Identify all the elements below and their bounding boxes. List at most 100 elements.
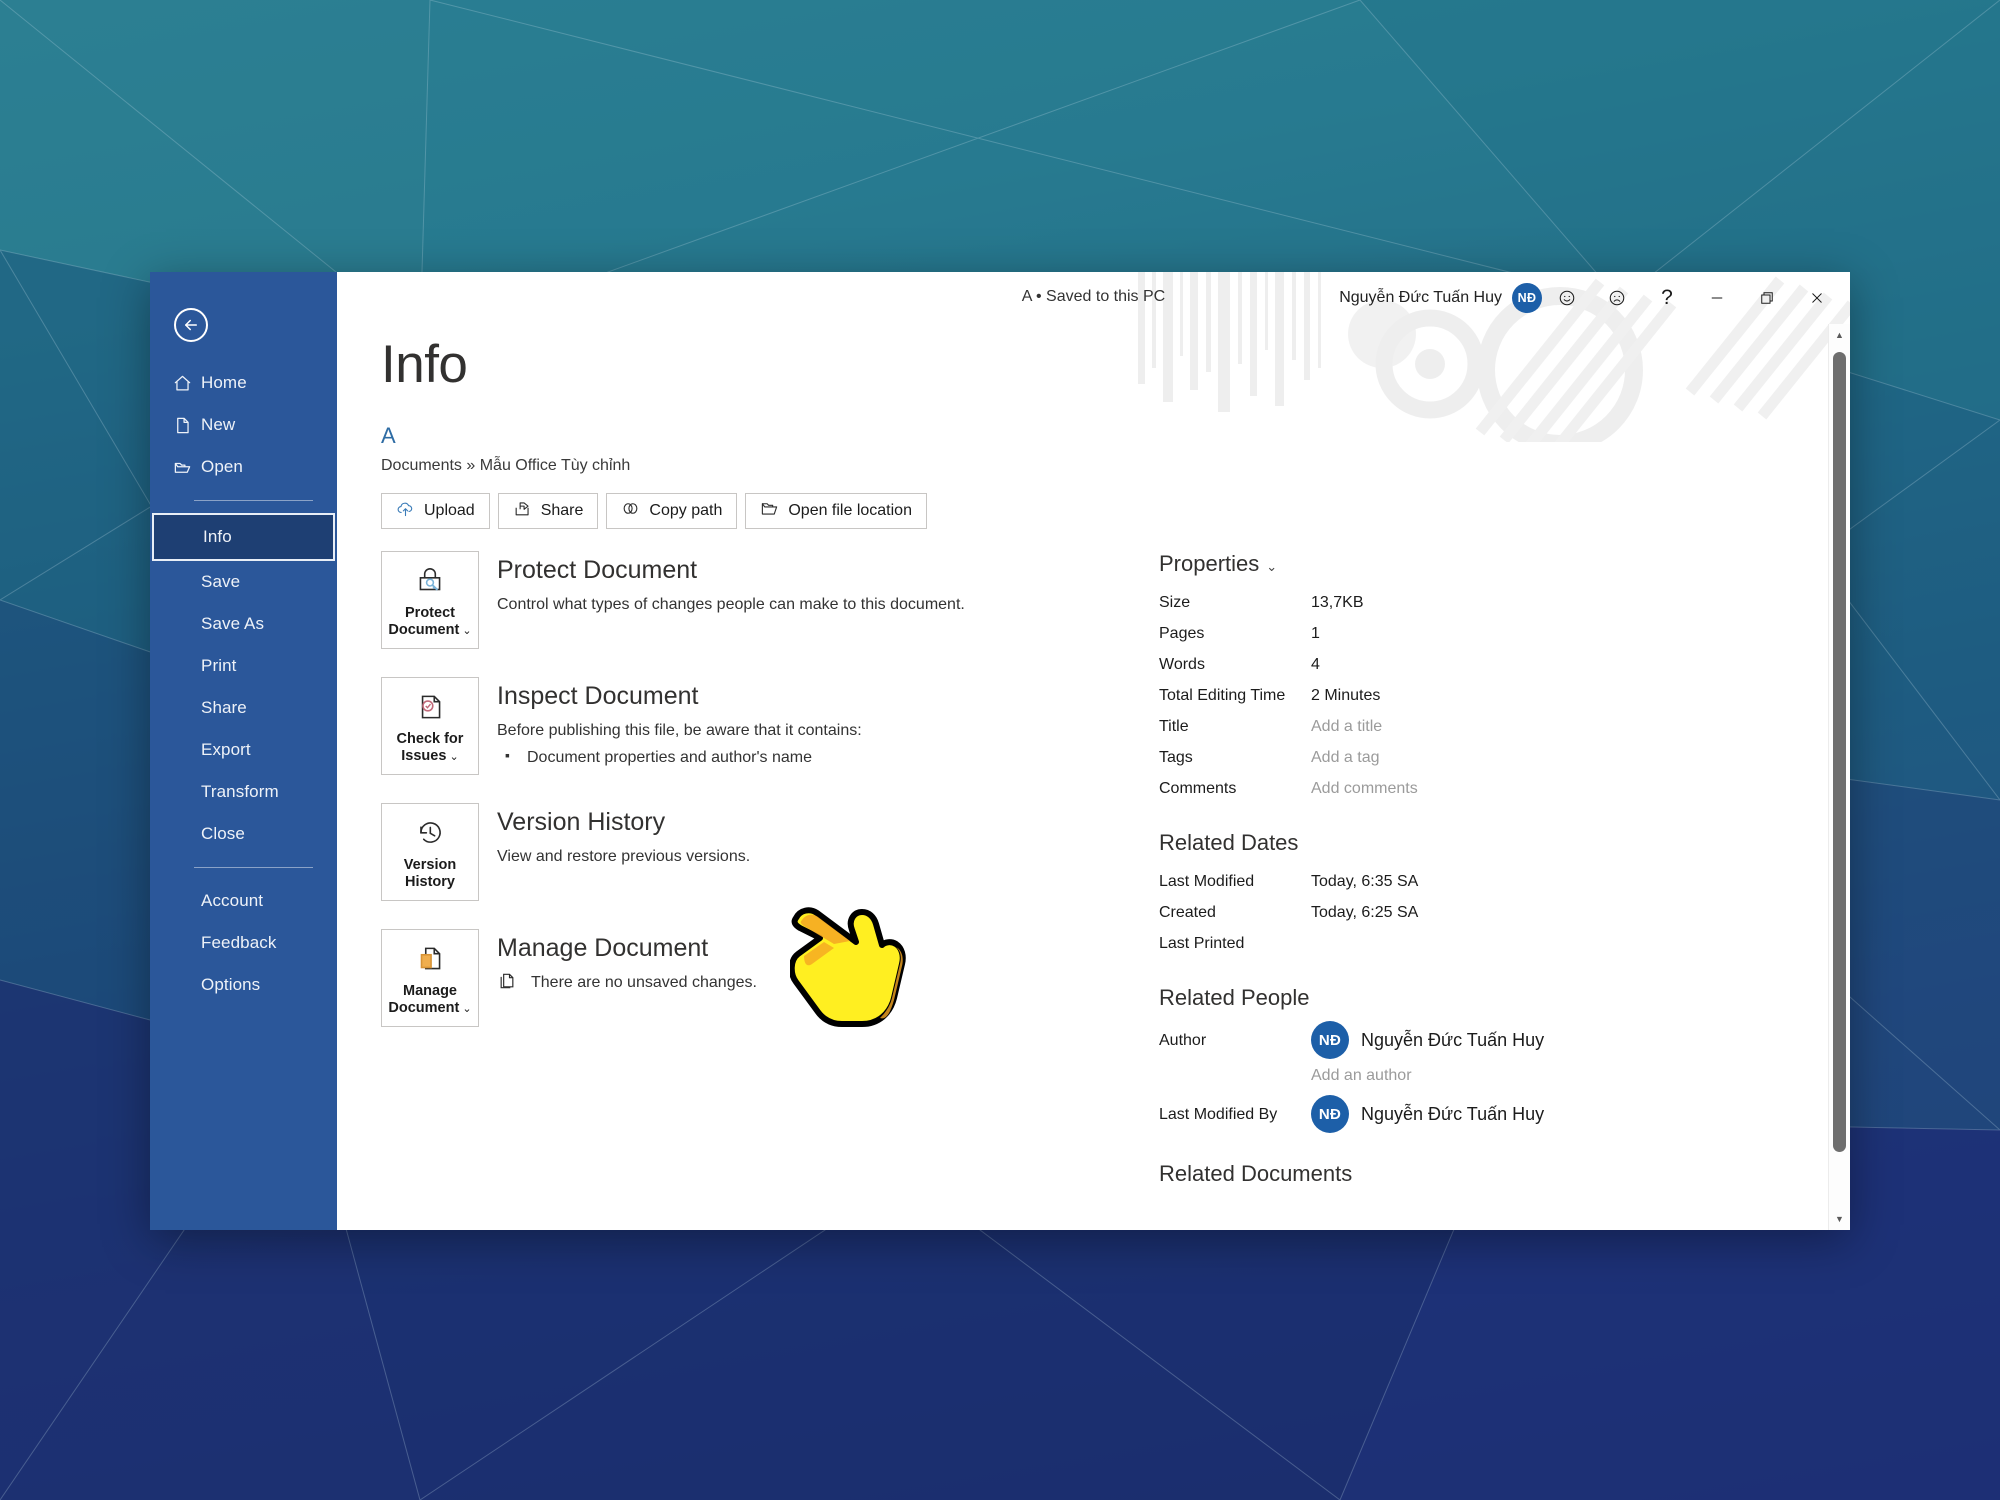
manage-document-section: Manage Document ⌄ Manage Document There …: [381, 929, 1097, 1027]
property-key: Last Printed: [1159, 935, 1245, 952]
copy-path-button[interactable]: Copy path: [606, 493, 738, 529]
home-icon: [173, 374, 201, 393]
title-input[interactable]: Add a title: [1311, 711, 1382, 742]
table-row: Last Modified Today, 6:35 SA: [1159, 866, 1808, 897]
sidebar-item-label: Feedback: [201, 933, 277, 952]
properties-heading[interactable]: Properties ⌄: [1159, 551, 1808, 577]
minimize-icon[interactable]: [1692, 278, 1742, 318]
document-check-icon: [413, 684, 447, 724]
tags-input[interactable]: Add a tag: [1311, 742, 1380, 773]
sidebar-item-save-as[interactable]: Save As: [150, 603, 337, 645]
scroll-down-arrow-icon[interactable]: ▼: [1829, 1208, 1850, 1230]
protect-document-button[interactable]: Protect Document ⌄: [381, 551, 479, 649]
copy-pages-icon: [497, 971, 517, 996]
sidebar-item-feedback[interactable]: Feedback: [150, 922, 337, 964]
sidebar-item-label: Open: [201, 457, 243, 476]
table-row: Pages 1: [1159, 618, 1808, 649]
file-actions-toolbar: Upload Share Copy path Open file locatio…: [381, 493, 1828, 529]
sidebar-divider-2: [194, 867, 313, 868]
feature-button-label: Version History: [403, 856, 457, 891]
sidebar-item-home[interactable]: Home: [150, 362, 337, 404]
table-row: Comments Add comments: [1159, 773, 1808, 804]
account-name-label[interactable]: Nguyễn Đức Tuấn Huy: [1339, 289, 1502, 307]
manage-document-icon: [413, 936, 447, 976]
back-arrow-icon[interactable]: [174, 308, 208, 342]
property-key: Last Modified: [1159, 873, 1255, 890]
help-icon[interactable]: ?: [1642, 278, 1692, 318]
share-button[interactable]: Share: [497, 493, 599, 529]
sidebar-item-options[interactable]: Options: [150, 964, 337, 1006]
sidebar-item-account[interactable]: Account: [150, 880, 337, 922]
feature-button-label: Check for Issues ⌄: [396, 730, 464, 765]
property-key: Tags: [1159, 749, 1193, 766]
table-row: Created Today, 6:25 SA: [1159, 897, 1808, 928]
page-icon: [173, 416, 201, 435]
manage-document-button[interactable]: Manage Document ⌄: [381, 929, 479, 1027]
check-for-issues-button[interactable]: Check for Issues ⌄: [381, 677, 479, 775]
add-author-input[interactable]: Add an author: [1311, 1067, 1808, 1085]
feature-title: Protect Document: [497, 556, 698, 584]
restore-icon[interactable]: [1742, 278, 1792, 318]
sidebar-item-info[interactable]: Info: [152, 513, 335, 561]
share-icon: [513, 499, 532, 523]
sidebar-divider-1: [194, 500, 313, 501]
last-modified-by-card[interactable]: NĐ Nguyễn Đức Tuấn Huy: [1311, 1095, 1544, 1133]
comments-input[interactable]: Add comments: [1311, 773, 1418, 804]
tool-button-label: Copy path: [649, 502, 723, 519]
cloud-upload-icon: [396, 499, 415, 523]
version-history-section: Version History Version History View and…: [381, 803, 1097, 901]
property-key: Last Modified By: [1159, 1106, 1278, 1123]
folder-open-icon: [760, 499, 779, 523]
feature-description: Control what types of changes people can…: [497, 595, 965, 613]
info-scroll-area: Info A Documents » Mẫu Office Tùy chỉnh …: [337, 324, 1828, 1230]
tool-button-label: Open file location: [788, 502, 912, 519]
vertical-scrollbar[interactable]: ▲ ▼: [1828, 324, 1850, 1230]
tool-button-label: Share: [540, 502, 584, 519]
list-item: Document properties and author's name: [497, 745, 862, 770]
sidebar-item-new[interactable]: New: [150, 404, 337, 446]
open-file-location-button[interactable]: Open file location: [745, 493, 927, 529]
clock-history-icon: [413, 810, 447, 850]
scrollbar-thumb[interactable]: [1833, 352, 1846, 1152]
related-people-block: Related People Author NĐ Nguyễn Đức Tuấn…: [1159, 985, 1808, 1135]
property-value: 4: [1311, 656, 1320, 673]
property-key: Created: [1159, 904, 1216, 921]
sidebar-item-close[interactable]: Close: [150, 813, 337, 855]
sidebar-item-export[interactable]: Export: [150, 729, 337, 771]
close-icon[interactable]: [1792, 278, 1842, 318]
table-row: Last Printed: [1159, 928, 1808, 959]
tool-button-label: Upload: [424, 502, 475, 519]
smile-icon[interactable]: [1542, 278, 1592, 318]
upload-button[interactable]: Upload: [381, 493, 490, 529]
protect-document-text: Protect Document Control what types of c…: [479, 551, 965, 616]
avatar[interactable]: NĐ: [1512, 283, 1542, 313]
manage-document-text: Manage Document There are no unsaved cha…: [479, 929, 757, 996]
sidebar-item-label: Share: [201, 698, 247, 717]
protect-document-section: Protect Document ⌄ Protect Document Cont…: [381, 551, 1097, 649]
sidebar-item-share[interactable]: Share: [150, 687, 337, 729]
inspect-document-section: Check for Issues ⌄ Inspect Document Befo…: [381, 677, 1097, 775]
chevron-down-icon: ⌄: [446, 751, 459, 764]
version-history-button[interactable]: Version History: [381, 803, 479, 901]
avatar: NĐ: [1311, 1095, 1349, 1133]
sidebar-item-print[interactable]: Print: [150, 645, 337, 687]
sidebar-item-label: Account: [201, 891, 264, 910]
feature-description: View and restore previous versions.: [497, 847, 751, 865]
feature-button-label: Protect Document ⌄: [388, 604, 472, 639]
section-heading-label: Related Documents: [1159, 1161, 1353, 1186]
word-backstage-window: Home New Open Info Save Save As Print Sh…: [150, 272, 1850, 1230]
sidebar-item-transform[interactable]: Transform: [150, 771, 337, 813]
sidebar-item-open[interactable]: Open: [150, 446, 337, 488]
folder-icon: [173, 458, 201, 477]
sidebar-item-label: Save: [201, 572, 241, 591]
author-row: Author NĐ Nguyễn Đức Tuấn Huy: [1159, 1021, 1808, 1061]
sidebar-item-save[interactable]: Save: [150, 561, 337, 603]
lock-key-icon: [413, 558, 447, 598]
avatar: NĐ: [1311, 1021, 1349, 1059]
scroll-up-arrow-icon[interactable]: ▲: [1829, 324, 1850, 346]
scrollbar-track[interactable]: [1829, 346, 1850, 1208]
person-name: Nguyễn Đức Tuấn Huy: [1361, 1029, 1545, 1050]
author-card[interactable]: NĐ Nguyễn Đức Tuấn Huy: [1311, 1021, 1544, 1059]
frown-icon[interactable]: [1592, 278, 1642, 318]
feature-button-label: Manage Document ⌄: [388, 982, 472, 1017]
